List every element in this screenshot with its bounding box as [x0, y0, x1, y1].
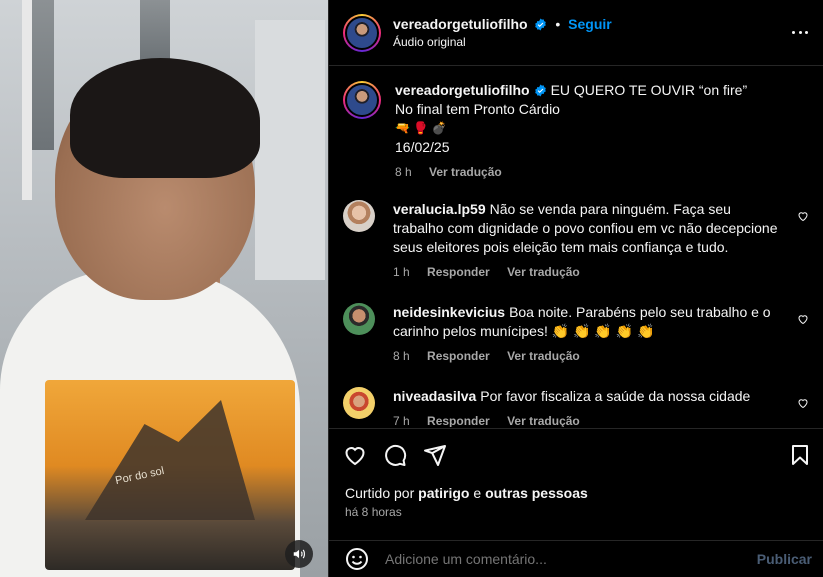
post-comment-button[interactable]: Publicar [757, 551, 812, 567]
shirt-print: Por do sol [45, 380, 295, 570]
post-timestamp: há 8 horas [345, 505, 402, 519]
follow-button[interactable]: Seguir [568, 16, 612, 32]
likes-summary[interactable]: Curtido por patirigo e outras pessoas [345, 485, 588, 501]
reply-button[interactable]: Responder [427, 349, 490, 363]
caption-emojis: 🔫 🥊 💣 [395, 121, 447, 135]
comment-time: 8 h [393, 349, 410, 363]
comment-username[interactable]: neidesinkevicius [393, 304, 505, 320]
heart-icon[interactable] [343, 443, 367, 467]
likes-prefix: Curtido por [345, 485, 415, 501]
instagram-post-viewer: Por do sol vereadorgetuliofilho • Seguir… [0, 0, 823, 577]
likes-user[interactable]: patirigo [418, 485, 469, 501]
comment-username[interactable]: niveadasilva [393, 388, 476, 404]
share-icon[interactable] [423, 443, 447, 467]
see-translation-link[interactable]: Ver tradução [507, 349, 580, 363]
see-translation-link[interactable]: Ver tradução [507, 265, 580, 279]
emoji-icon[interactable] [345, 547, 369, 571]
reply-button[interactable]: Responder [427, 414, 490, 427]
person-hair [70, 58, 260, 178]
avatar[interactable] [343, 303, 375, 335]
more-options-icon[interactable] [792, 24, 808, 40]
comments-list[interactable]: vereadorgetuliofilho EU QUERO TE OUVIR “… [329, 67, 823, 427]
comment-composer: Publicar [329, 540, 823, 577]
comment-time: 7 h [393, 414, 410, 427]
verified-icon [535, 18, 547, 31]
background-pole [22, 0, 32, 200]
comment-username[interactable]: veralucia.lp59 [393, 201, 486, 217]
likes-joiner: e [473, 485, 482, 501]
avatar[interactable] [343, 387, 375, 419]
header-username[interactable]: vereadorgetuliofilho [393, 16, 528, 32]
background-flag [32, 0, 54, 150]
post-caption: vereadorgetuliofilho EU QUERO TE OUVIR “… [343, 81, 813, 182]
sound-toggle-button[interactable] [285, 540, 313, 568]
comment-item: niveadasilva Por favor fiscaliza a saúde … [343, 387, 813, 427]
avatar[interactable] [343, 200, 375, 232]
caption-date: 16/02/25 [395, 139, 450, 155]
heart-icon[interactable] [797, 210, 809, 222]
comment-icon[interactable] [383, 443, 407, 467]
background-flag [140, 0, 170, 60]
post-actions: Curtido por patirigo e outras pessoas há… [329, 428, 823, 548]
post-side-panel: vereadorgetuliofilho • Seguir Áudio orig… [328, 0, 823, 577]
post-header: vereadorgetuliofilho • Seguir Áudio orig… [329, 0, 823, 66]
comment-input[interactable] [385, 551, 745, 567]
avatar[interactable] [343, 81, 381, 119]
comment-item: neidesinkevicius Boa noite. Parabéns pelo… [343, 303, 813, 366]
heart-icon[interactable] [797, 313, 809, 325]
comment-text: Por favor fiscaliza a saúde da nossa cid… [480, 388, 751, 404]
video-player[interactable]: Por do sol [0, 0, 328, 577]
caption-time: 8 h [395, 165, 412, 179]
caption-username[interactable]: vereadorgetuliofilho [395, 82, 530, 98]
comment-item: veralucia.lp59 Não se venda para ninguém.… [343, 200, 813, 282]
caption-text: EU QUERO TE OUVIR “on fire” [550, 82, 748, 98]
comment-time: 1 h [393, 265, 410, 279]
see-translation-link[interactable]: Ver tradução [429, 165, 502, 179]
verified-icon [534, 84, 546, 97]
sound-icon [293, 549, 305, 559]
caption-line: No final tem Pronto Cárdio [395, 101, 560, 117]
heart-icon[interactable] [797, 397, 809, 409]
reply-button[interactable]: Responder [427, 265, 490, 279]
avatar[interactable] [343, 13, 381, 52]
likes-others[interactable]: outras pessoas [485, 485, 588, 501]
see-translation-link[interactable]: Ver tradução [507, 414, 580, 427]
background-building [255, 20, 325, 280]
audio-label[interactable]: Áudio original [393, 35, 612, 49]
bookmark-icon[interactable] [788, 443, 812, 467]
